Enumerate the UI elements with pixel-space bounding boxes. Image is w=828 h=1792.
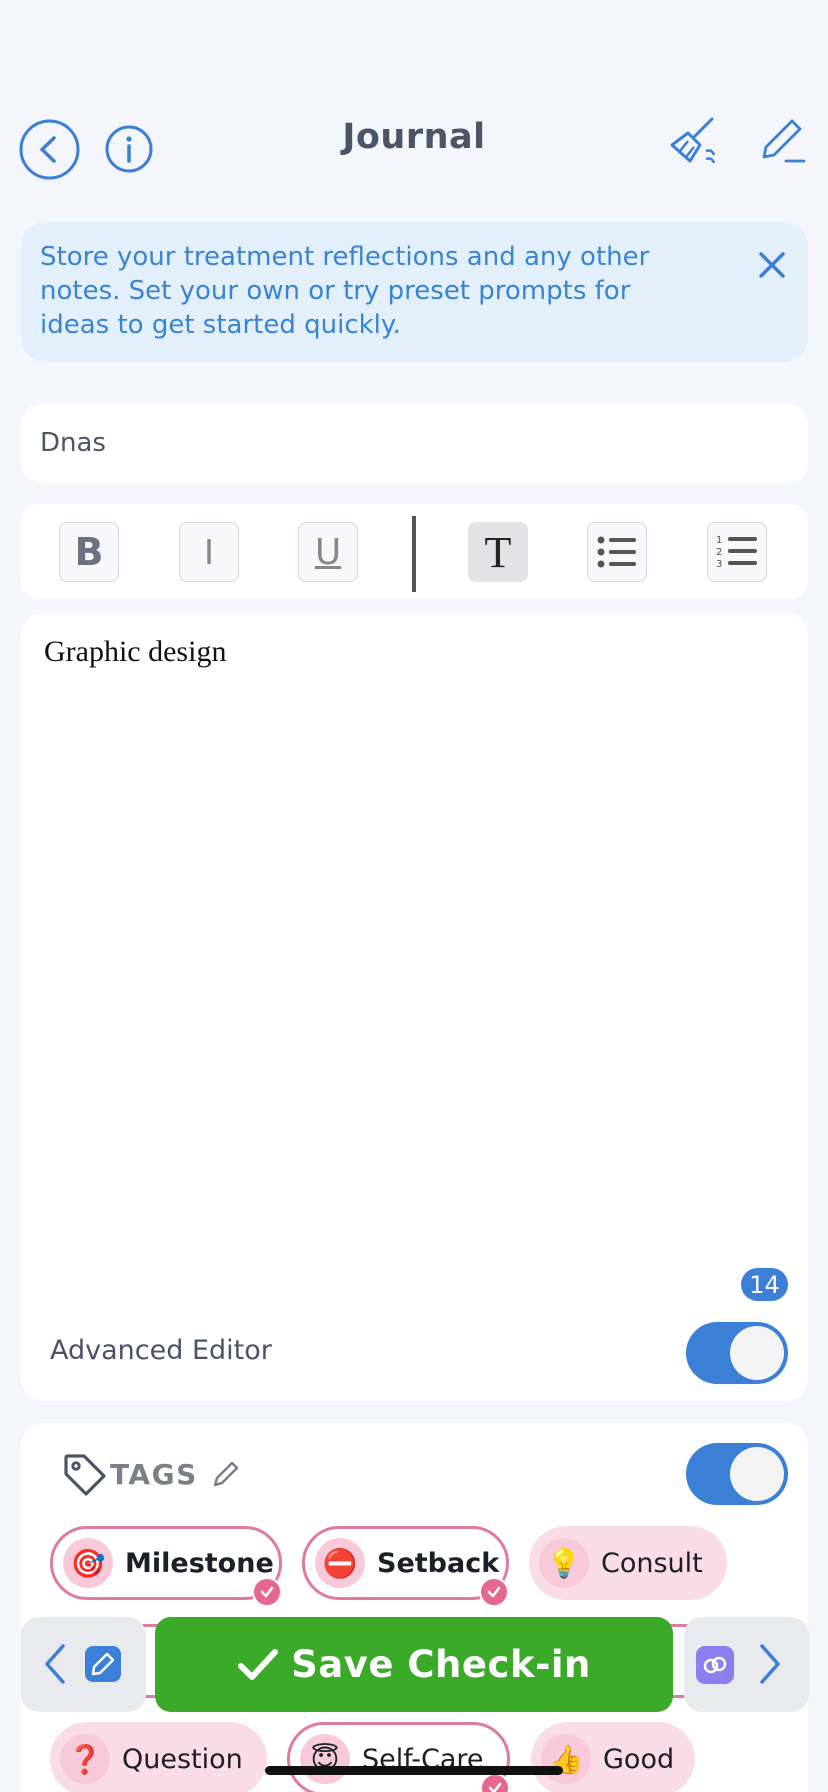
- char-count-badge: 14: [741, 1268, 788, 1301]
- tag-chip-setback[interactable]: ⛔ Setback: [302, 1526, 509, 1607]
- check-icon: [479, 1577, 509, 1607]
- chevron-right-icon: [760, 1644, 780, 1684]
- format-toolbar: B I U T 1 2 3: [21, 504, 808, 599]
- svg-text:3: 3: [716, 559, 722, 570]
- numbered-list-icon: 1 2 3: [716, 535, 757, 570]
- tag-icon: [64, 1454, 106, 1496]
- question-icon: ❓: [60, 1734, 110, 1784]
- editor-body-text[interactable]: Graphic design: [44, 635, 226, 669]
- check-icon: [480, 1773, 510, 1792]
- halo-face-icon: 😇: [300, 1734, 350, 1784]
- toggle-knob: [730, 1447, 784, 1501]
- toggle-knob: [730, 1326, 784, 1380]
- check-icon: [252, 1577, 282, 1607]
- tag-label: Setback: [377, 1547, 500, 1579]
- no-entry-icon: ⛔: [315, 1538, 365, 1588]
- chevron-left-icon: [45, 1644, 65, 1684]
- tag-chip-good[interactable]: 👍 Good: [531, 1722, 695, 1792]
- banner-text: Store your treatment reflections and any…: [40, 242, 650, 340]
- home-indicator: [265, 1766, 563, 1775]
- underline-button[interactable]: U: [298, 522, 358, 582]
- tags-toggle[interactable]: [686, 1443, 788, 1505]
- lightbulb-icon: 💡: [539, 1538, 589, 1588]
- toolbar-divider: [412, 516, 416, 592]
- advanced-editor-label: Advanced Editor: [50, 1335, 272, 1366]
- close-icon: [759, 252, 785, 278]
- pencil-icon: [762, 119, 806, 163]
- tags-edit-icon[interactable]: [212, 1460, 240, 1488]
- prev-nav-button[interactable]: [21, 1617, 146, 1712]
- tag-label: Milestone: [125, 1547, 274, 1579]
- next-nav-button[interactable]: [684, 1617, 809, 1712]
- save-label: Save Check-in: [291, 1643, 591, 1686]
- tag-label: Consult: [601, 1547, 703, 1579]
- save-checkin-button[interactable]: Save Check-in: [155, 1617, 673, 1712]
- edit-button[interactable]: [760, 117, 806, 165]
- entry-title-container: [21, 404, 808, 483]
- tag-chip-self-care[interactable]: 😇 Self-Care: [287, 1722, 510, 1792]
- numbered-list-button[interactable]: 1 2 3: [707, 522, 767, 582]
- journal-editor[interactable]: Graphic design 14 Advanced Editor: [21, 613, 808, 1401]
- svg-text:2: 2: [716, 547, 722, 558]
- tag-label: Good: [603, 1743, 675, 1775]
- journal-app-icon: [85, 1646, 121, 1682]
- bullet-list-icon: [597, 536, 636, 568]
- bullet-list-button[interactable]: [587, 522, 647, 582]
- italic-button[interactable]: I: [179, 522, 239, 582]
- tag-label: Question: [122, 1743, 243, 1775]
- clear-button[interactable]: [668, 115, 720, 167]
- advanced-editor-toggle[interactable]: [686, 1322, 788, 1384]
- tag-chip-milestone[interactable]: 🎯 Milestone: [50, 1526, 282, 1607]
- entry-title-input[interactable]: [40, 424, 780, 462]
- checkmark-icon: [238, 1648, 279, 1680]
- link-app-icon: [696, 1646, 734, 1684]
- bold-label: B: [74, 530, 104, 574]
- text-style-button[interactable]: T: [468, 522, 528, 582]
- info-banner: Store your treatment reflections and any…: [21, 222, 808, 362]
- broom-icon: [670, 117, 716, 164]
- banner-close-button[interactable]: [756, 249, 788, 285]
- thumbs-up-icon: 👍: [541, 1734, 591, 1784]
- tags-title: TAGS: [110, 1458, 198, 1491]
- tag-chip-question[interactable]: ❓ Question: [50, 1722, 267, 1792]
- tag-chip-consult[interactable]: 💡 Consult: [529, 1526, 727, 1600]
- svg-text:1: 1: [716, 535, 722, 546]
- bold-button[interactable]: B: [59, 522, 119, 582]
- text-style-label: T: [484, 527, 512, 577]
- target-icon: 🎯: [63, 1538, 113, 1588]
- italic-label: I: [203, 531, 214, 572]
- underline-label: U: [314, 531, 342, 573]
